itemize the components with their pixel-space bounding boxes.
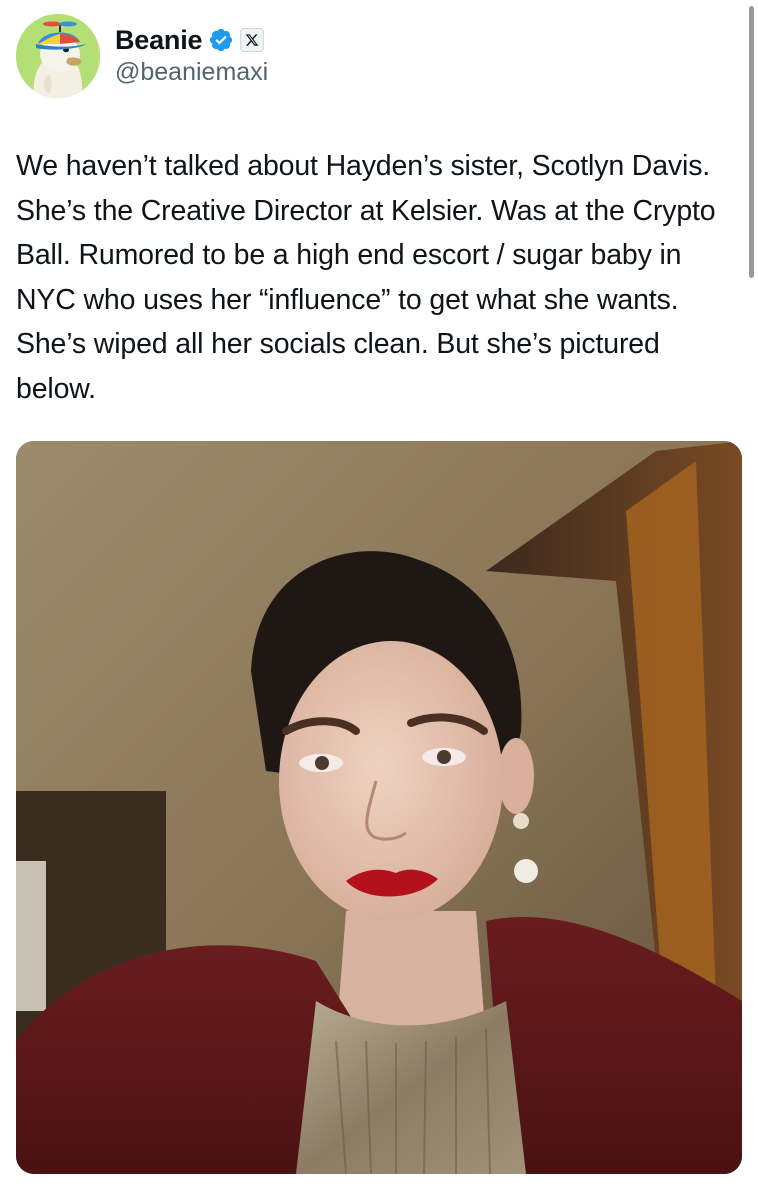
tweet-photo[interactable] <box>16 441 742 1174</box>
author-name-row: Beanie <box>115 22 265 58</box>
verified-badge-icon[interactable] <box>208 27 234 53</box>
portrait-photo <box>16 441 742 1174</box>
author-display-name[interactable]: Beanie <box>115 25 203 56</box>
author-handle[interactable]: @beaniemaxi <box>115 58 268 87</box>
x-logo-icon <box>246 34 259 46</box>
tweet: Beanie @beaniemaxi We haven’t talked abo… <box>0 0 758 1200</box>
duck-avatar-icon <box>16 14 100 98</box>
scrollbar[interactable] <box>749 6 754 278</box>
avatar[interactable] <box>16 14 100 98</box>
tweet-text: We haven’t talked about Hayden’s sister,… <box>16 150 716 405</box>
affiliate-badge[interactable] <box>240 28 265 52</box>
